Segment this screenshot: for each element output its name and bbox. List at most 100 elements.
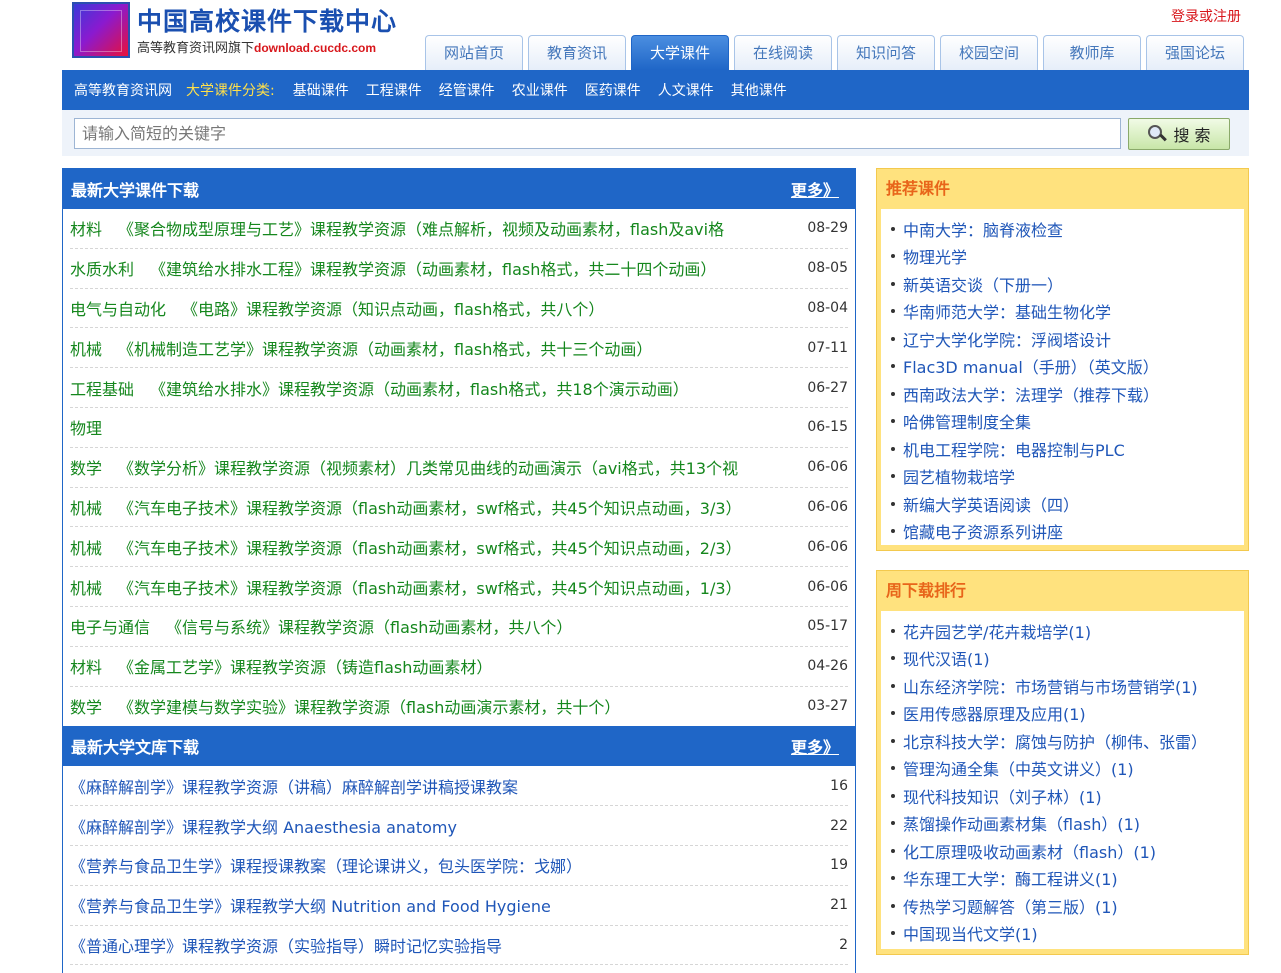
list-item[interactable]: 园艺植物栽培学 <box>891 463 1244 491</box>
list-item[interactable]: 材料 《聚合物成型原理与工艺》课程教学资源（难点解析，视频及动画素材，flash及… <box>70 209 848 249</box>
item-title[interactable]: 《数学分析》课程教学资源（视频素材）几类常见曲线的动画演示（avi格式，共13个… <box>118 455 790 479</box>
list-item[interactable]: Flac3D manual（手册）（英文版） <box>891 353 1244 381</box>
item-category[interactable]: 机械 <box>70 575 102 599</box>
tab-qa[interactable]: 知识问答 <box>837 35 935 70</box>
item-title[interactable]: 华南师范大学：基础生物化学 <box>903 299 1111 323</box>
tab-courseware[interactable]: 大学课件 <box>631 35 729 70</box>
item-title[interactable]: 哈佛管理制度全集 <box>903 409 1031 433</box>
item-title[interactable]: 《电路》课程教学资源（知识点动画，flash格式，共八个） <box>182 296 790 320</box>
item-title[interactable]: 辽宁大学化学院：浮阀塔设计 <box>903 327 1111 351</box>
list-item[interactable]: 电子与通信 《信号与系统》课程教学资源（flash动画素材，共八个） 05-17 <box>70 607 848 647</box>
tab-education-news[interactable]: 教育资讯 <box>528 35 626 70</box>
category-link-basic[interactable]: 基础课件 <box>293 80 349 100</box>
list-item[interactable]: 《麻醉解剖学》课程教学资源（讲稿）麻醉解剖学讲稿授课教案 16 <box>70 766 848 807</box>
item-title[interactable]: 《汽车电子技术》课程教学资源（flash动画素材，swf格式，共45个知识点动画… <box>118 495 790 519</box>
list-item[interactable]: 现代科技知识（刘子林）(1) <box>891 782 1244 810</box>
item-title[interactable]: 《金属工艺学》课程教学资源（铸造flash动画素材） <box>118 654 790 678</box>
item-title[interactable]: 现代科技知识（刘子林）(1) <box>903 784 1102 808</box>
list-item[interactable]: 现代汉语(1) <box>891 645 1244 673</box>
category-link-economics[interactable]: 经管课件 <box>439 80 495 100</box>
list-item[interactable]: 辽宁大学化学院：浮阀塔设计 <box>891 325 1244 353</box>
tab-teachers[interactable]: 教师库 <box>1043 35 1141 70</box>
category-link-humanities[interactable]: 人文课件 <box>658 80 714 100</box>
item-title[interactable]: 《建筑给水排水》课程教学资源（动画素材，flash格式，共18个演示动画） <box>150 376 790 400</box>
item-category[interactable]: 电气与自动化 <box>70 296 166 320</box>
list-item[interactable]: 华东理工大学：酶工程讲义(1) <box>891 865 1244 893</box>
list-item[interactable]: 机械 《机械制造工艺学》课程教学资源（动画素材，flash格式，共十三个动画） 07… <box>70 328 848 369</box>
item-title[interactable]: 《汽车电子技术》课程教学资源（flash动画素材，swf格式，共45个知识点动画… <box>118 535 790 559</box>
item-category[interactable]: 材料 <box>70 216 102 240</box>
list-item[interactable]: 机电工程学院：电器控制与PLC <box>891 435 1244 463</box>
item-category[interactable]: 水质水利 <box>70 256 134 280</box>
list-item[interactable]: 华南师范大学：基础生物化学 <box>891 298 1244 326</box>
item-category[interactable]: 工程基础 <box>70 376 134 400</box>
category-link-other[interactable]: 其他课件 <box>731 80 787 100</box>
list-item[interactable]: 哈佛管理制度全集 <box>891 408 1244 436</box>
item-title[interactable]: 园艺植物栽培学 <box>903 464 1015 488</box>
list-item[interactable]: 传热学习题解答（第三版）(1) <box>891 892 1244 920</box>
item-title[interactable]: 中南大学：脑脊液检查 <box>903 217 1063 241</box>
item-category[interactable]: 电子与通信 <box>70 614 150 638</box>
item-title[interactable]: 《麻醉解剖学》课程教学大纲 Anaesthesia anatomy <box>70 814 798 838</box>
item-title[interactable]: 新编大学英语阅读（四） <box>903 492 1079 516</box>
item-title[interactable]: 花卉园艺学/花卉栽培学(1) <box>903 619 1091 643</box>
item-title[interactable]: 西南政法大学：法理学（推荐下载） <box>903 382 1159 406</box>
category-home-link[interactable]: 高等教育资讯网 <box>74 80 172 100</box>
list-item[interactable]: 数学 《数学分析》课程教学资源（视频素材）几类常见曲线的动画演示（avi格式，共1… <box>70 448 848 488</box>
item-title[interactable]: 《信号与系统》课程教学资源（flash动画素材，共八个） <box>166 614 790 638</box>
item-title[interactable]: 传热学习题解答（第三版）(1) <box>903 894 1118 918</box>
item-title[interactable]: 《麻醉解剖学》课程教学资源（讲稿）麻醉解剖学讲稿授课教案 <box>70 774 798 798</box>
item-title[interactable]: 化工原理吸收动画素材（flash）(1) <box>903 839 1156 863</box>
list-item[interactable]: 机械 《汽车电子技术》课程教学资源（flash动画素材，swf格式，共45个知识点… <box>70 567 848 607</box>
list-item[interactable]: 医用传感器原理及应用(1) <box>891 700 1244 728</box>
item-category[interactable]: 机械 <box>70 535 102 559</box>
item-title[interactable]: 《营养与食品卫生学》课程教学大纲 Nutrition and Food Hygi… <box>70 893 798 917</box>
list-item[interactable]: 山东经济学院：市场营销与市场营销学(1) <box>891 672 1244 700</box>
item-title[interactable]: 馆藏电子资源系列讲座 <box>903 519 1063 543</box>
category-link-engineering[interactable]: 工程课件 <box>366 80 422 100</box>
item-category[interactable]: 机械 <box>70 336 102 360</box>
list-item[interactable]: 《麻醉解剖学》课程教学大纲 Anaesthesia anatomy 22 <box>70 806 848 846</box>
item-title[interactable]: 新英语交谈（下册一） <box>903 272 1063 296</box>
category-link-agriculture[interactable]: 农业课件 <box>512 80 568 100</box>
item-title[interactable]: 《建筑给水排水工程》课程教学资源（动画素材，flash格式，共二十四个动画） <box>150 256 790 280</box>
item-title[interactable]: 管理沟通全集（中英文讲义）(1) <box>903 756 1134 780</box>
search-button[interactable]: 搜 索 <box>1128 118 1230 150</box>
item-title[interactable]: 中国现当代文学(1) <box>903 921 1038 945</box>
item-title[interactable]: 蒸馏操作动画素材集（flash）(1) <box>903 811 1140 835</box>
list-item[interactable]: 化工原理吸收动画素材（flash）(1) <box>891 837 1244 865</box>
item-title[interactable]: 北京科技大学：腐蚀与防护（柳伟、张雷） <box>903 729 1207 753</box>
item-title[interactable]: 物理光学 <box>903 244 967 268</box>
list-item[interactable]: 新编大学英语阅读（四） <box>891 490 1244 518</box>
item-category[interactable]: 物理 <box>70 415 102 439</box>
item-title[interactable]: 《数学建模与数学实验》课程教学资源（flash动画演示素材，共十个） <box>118 694 790 718</box>
list-item[interactable]: 管理沟通全集（中英文讲义）(1) <box>891 755 1244 783</box>
item-title[interactable]: 机电工程学院：电器控制与PLC <box>903 437 1125 461</box>
tab-home[interactable]: 网站首页 <box>425 35 523 70</box>
item-title[interactable]: 《汽车电子技术》课程教学资源（flash动画素材，swf格式，共45个知识点动画… <box>118 575 790 599</box>
item-category[interactable]: 数学 <box>70 455 102 479</box>
site-logo[interactable] <box>72 2 130 58</box>
item-category[interactable]: 机械 <box>70 495 102 519</box>
item-title[interactable]: Flac3D manual（手册）（英文版） <box>903 354 1159 378</box>
list-item[interactable]: 物理光学 <box>891 243 1244 271</box>
item-title[interactable]: 医用传感器原理及应用(1) <box>903 701 1086 725</box>
list-item[interactable]: 馆藏电子资源系列讲座 <box>891 518 1244 546</box>
list-item[interactable]: 数学 《数学建模与数学实验》课程教学资源（flash动画演示素材，共十个） 03-2… <box>70 687 848 727</box>
item-category[interactable]: 材料 <box>70 654 102 678</box>
list-item[interactable]: 工程基础 《建筑给水排水》课程教学资源（动画素材，flash格式，共18个演示动画… <box>70 368 848 408</box>
item-title[interactable]: 山东经济学院：市场营销与市场营销学(1) <box>903 674 1198 698</box>
list-item[interactable]: 《营养与食品卫生学》课程授课教案（理论课讲义，包头医学院：戈娜） 19 <box>70 846 848 886</box>
list-item[interactable]: 机械 《汽车电子技术》课程教学资源（flash动画素材，swf格式，共45个知识点… <box>70 527 848 568</box>
list-item[interactable]: 北京科技大学：腐蚀与防护（柳伟、张雷） <box>891 727 1244 755</box>
item-category[interactable]: 数学 <box>70 694 102 718</box>
category-link-medicine[interactable]: 医药课件 <box>585 80 641 100</box>
list-item[interactable]: 蒸馏操作动画素材集（flash）(1) <box>891 810 1244 838</box>
list-item[interactable]: 机械 《汽车电子技术》课程教学资源（flash动画素材，swf格式，共45个知识点… <box>70 488 848 528</box>
tab-forum[interactable]: 强国论坛 <box>1146 35 1244 70</box>
login-register-link[interactable]: 登录或注册 <box>1171 6 1241 26</box>
list-item[interactable]: 中南大学：脑脊液检查 <box>891 215 1244 243</box>
list-item[interactable]: 花卉园艺学/花卉栽培学(1) <box>891 617 1244 645</box>
item-title[interactable]: 《营养与食品卫生学》课程授课教案（理论课讲义，包头医学院：戈娜） <box>70 853 798 877</box>
list-item[interactable]: 《普通心理学》课程教学资源（实验指导）瞬时记忆实验指导 2 <box>70 926 848 966</box>
